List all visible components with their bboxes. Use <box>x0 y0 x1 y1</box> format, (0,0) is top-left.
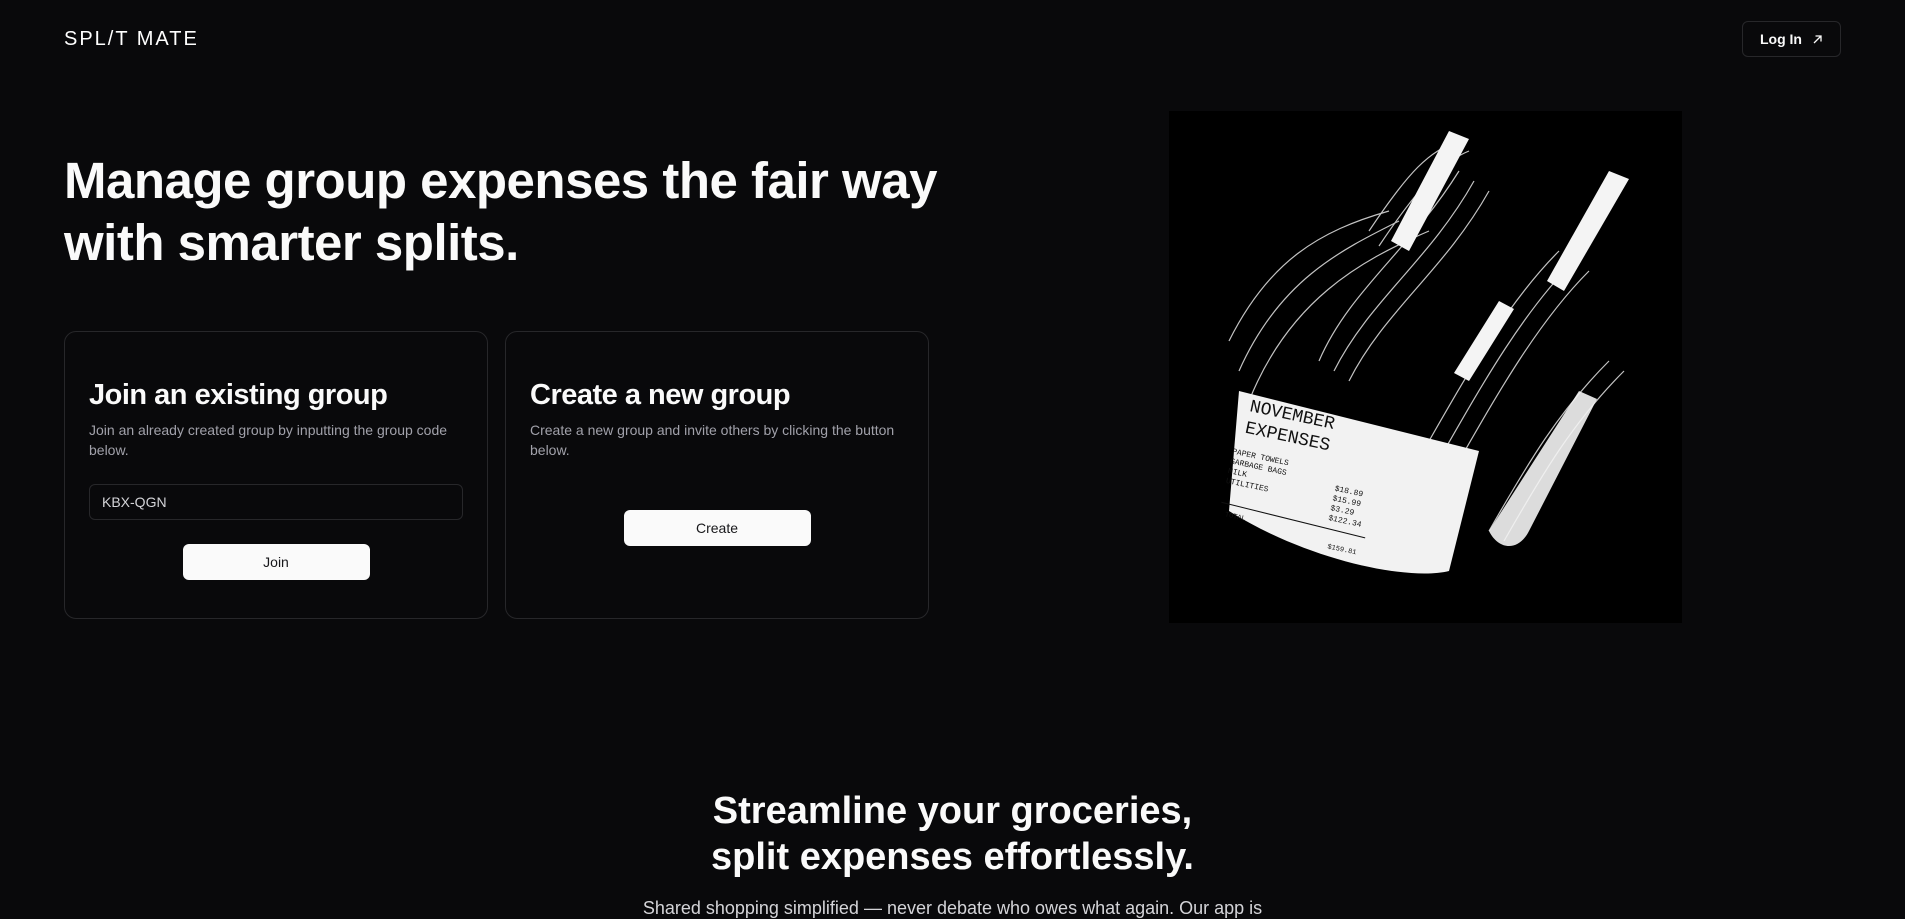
join-button[interactable]: Join <box>182 544 370 580</box>
create-button[interactable]: Create <box>623 510 811 546</box>
create-card-title: Create a new group <box>530 379 791 411</box>
join-card-title: Join an existing group <box>89 379 388 411</box>
receipt-illustration: NOVEMBER EXPENSES PAPER TOWELS GARBAGE B… <box>1169 111 1682 623</box>
hero-title: Manage group expenses the fair way with … <box>64 152 937 271</box>
section-title: Streamline your groceries, split expense… <box>711 790 1194 878</box>
login-button[interactable]: Log In <box>1742 21 1841 57</box>
logo[interactable]: SPL/T MATE <box>64 28 199 51</box>
create-card-description: Create a new group and invite others by … <box>530 422 895 458</box>
create-group-card: Create a new group Create a new group an… <box>505 331 929 619</box>
join-group-card: Join an existing group Join an already c… <box>64 331 488 619</box>
group-code-input[interactable] <box>89 484 463 520</box>
arrow-up-right-icon <box>1813 34 1822 43</box>
join-card-description: Join an already created group by inputti… <box>89 422 448 458</box>
login-label: Log In <box>1760 31 1802 47</box>
